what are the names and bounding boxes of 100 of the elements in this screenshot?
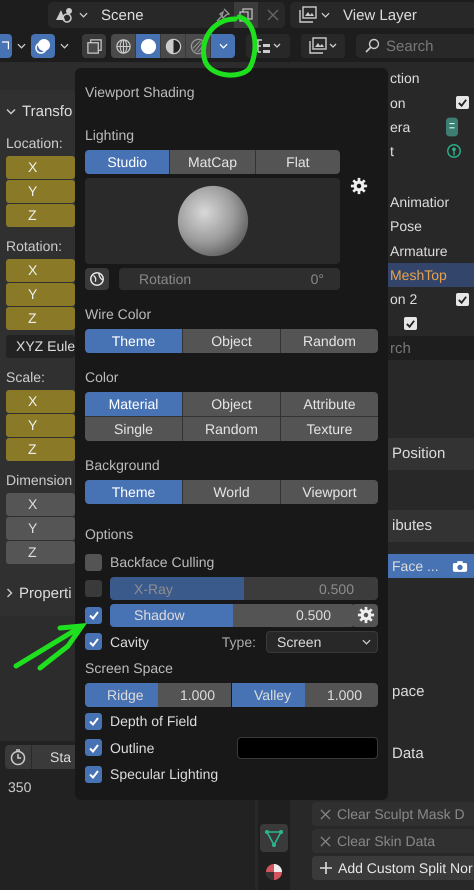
outliner-search-field[interactable]: rch	[388, 336, 474, 360]
option-tab[interactable]: Viewport	[281, 480, 378, 504]
option-tab[interactable]: Material	[85, 392, 182, 416]
close-icon[interactable]	[267, 9, 279, 21]
number-field[interactable]: X	[6, 493, 75, 516]
camera-data-icon[interactable]	[446, 116, 458, 138]
option-tab[interactable]: MatCap	[170, 150, 255, 174]
shading-mode-button[interactable]	[161, 34, 185, 58]
studio-light-preview[interactable]	[85, 178, 340, 264]
checkbox[interactable]	[85, 554, 102, 571]
frame-number: 350	[8, 779, 32, 795]
xray-toggle[interactable]	[82, 34, 106, 58]
option-tab[interactable]: Object	[183, 392, 280, 416]
option-tab[interactable]: World	[183, 480, 280, 504]
type-dropdown[interactable]: Screen	[266, 630, 378, 653]
data-button[interactable]: Add Custom Split Nor	[312, 856, 474, 880]
number-field[interactable]: Y	[6, 414, 75, 437]
outliner-row[interactable]: MeshTop	[388, 262, 474, 288]
number-field[interactable]: Y	[6, 283, 75, 306]
checkbox[interactable]	[85, 739, 102, 756]
chevron-icon[interactable]	[6, 108, 16, 114]
section-label: Color	[85, 368, 120, 387]
option-tab[interactable]: Random	[281, 329, 378, 353]
playback-button[interactable]	[5, 745, 31, 769]
checkbox-label: Depth of Field	[110, 713, 198, 730]
attribute-name: Face ...	[392, 558, 439, 574]
checkbox[interactable]	[85, 712, 102, 730]
plus-icon	[320, 862, 332, 874]
shading-mode-button[interactable]	[111, 34, 135, 58]
chevron-icon	[218, 43, 228, 49]
option-tab[interactable]: Attribute	[281, 392, 378, 416]
shadow-settings-button[interactable]	[354, 604, 378, 627]
option-tab[interactable]: Theme	[85, 329, 182, 353]
number-field[interactable]: X	[6, 390, 75, 413]
option-tab[interactable]: Studio	[85, 150, 170, 174]
properties-panel-header[interactable]: pace	[388, 676, 474, 708]
chevron-icon	[321, 12, 330, 18]
option-tab[interactable]: Random	[183, 417, 280, 441]
settings-icon[interactable]	[350, 177, 368, 195]
view-layer-selector[interactable]: View Layer	[290, 2, 474, 28]
camera-icon[interactable]	[452, 560, 468, 573]
light-icon[interactable]	[446, 143, 462, 160]
checkbox[interactable]	[85, 766, 102, 783]
material-sphere-icon	[264, 862, 284, 882]
rotation-mode-dropdown[interactable]: XYZ Eule	[6, 335, 75, 358]
properties-panel-header[interactable]: Data	[388, 738, 474, 770]
squares-icon	[86, 38, 102, 54]
visibility-checkbox[interactable]	[456, 292, 469, 306]
number-field[interactable]: Y	[6, 180, 75, 203]
number-field[interactable]: Z	[6, 204, 75, 227]
properties-panel-header[interactable]: ibutes	[388, 510, 474, 542]
number-field[interactable]: Z	[6, 307, 75, 330]
outliner-row[interactable]: Pose	[388, 214, 474, 238]
overlays-button[interactable]	[31, 34, 55, 58]
view-layer-name: View Layer	[342, 6, 417, 24]
outliner-row[interactable]: ction	[388, 66, 474, 90]
properties-panel-header[interactable]: Position	[388, 438, 474, 470]
outliner-row[interactable]: on 2	[388, 287, 474, 312]
attribute-field[interactable]: Face ...	[388, 554, 474, 578]
outliner-row[interactable]: Animatior	[388, 190, 474, 214]
number-field[interactable]: X	[6, 259, 75, 282]
gizmo-button[interactable]	[0, 34, 12, 58]
display-mode-button[interactable]	[301, 34, 345, 58]
close-icon	[320, 808, 331, 820]
number-field[interactable]: X	[6, 156, 75, 179]
outliner-row[interactable]: t	[388, 139, 474, 164]
chevron-icon[interactable]	[6, 588, 13, 598]
checkbox[interactable]	[85, 606, 102, 624]
rotation-field[interactable]: Rotation 0°	[119, 268, 340, 290]
shading-menu-toggle[interactable]	[211, 34, 235, 58]
wireframe-icon	[114, 38, 132, 54]
visibility-checkbox[interactable]	[456, 96, 469, 110]
world-space-toggle[interactable]	[85, 268, 109, 290]
number-field[interactable]: Y	[6, 517, 75, 540]
option-tab[interactable]: Theme	[85, 480, 182, 504]
scene-selector[interactable]: Scene	[48, 2, 285, 28]
outliner-row[interactable]: Armature	[388, 238, 474, 263]
chevron-icon[interactable]	[17, 43, 26, 49]
value-slider[interactable]: Shadow 0.500	[110, 604, 355, 627]
image-stack-icon	[308, 37, 338, 55]
value-slider[interactable]: Ridge 1.000	[85, 683, 231, 707]
overlays-icon	[34, 37, 52, 55]
chevron-icon[interactable]	[60, 43, 69, 49]
pin-icon[interactable]	[215, 7, 231, 23]
value-slider[interactable]: Valley 1.000	[232, 683, 378, 707]
option-tab[interactable]: Texture	[281, 417, 378, 441]
number-field[interactable]: Z	[6, 541, 75, 564]
number-field[interactable]: Z	[6, 438, 75, 461]
visibility-checkbox[interactable]	[404, 317, 417, 330]
option-tab[interactable]: Flat	[256, 150, 340, 174]
option-tab[interactable]: Single	[85, 417, 182, 441]
shading-mode-button[interactable]	[136, 34, 160, 58]
search-field[interactable]: Search	[356, 34, 474, 58]
option-tab[interactable]: Object	[183, 329, 280, 353]
outliner-row[interactable]: era	[388, 114, 474, 140]
checkbox[interactable]	[85, 633, 102, 650]
color-swatch[interactable]	[237, 736, 378, 759]
checkbox-label: Cavity	[110, 634, 149, 650]
outliner-row[interactable]: on	[388, 90, 474, 115]
group-label: Location:	[6, 134, 64, 153]
